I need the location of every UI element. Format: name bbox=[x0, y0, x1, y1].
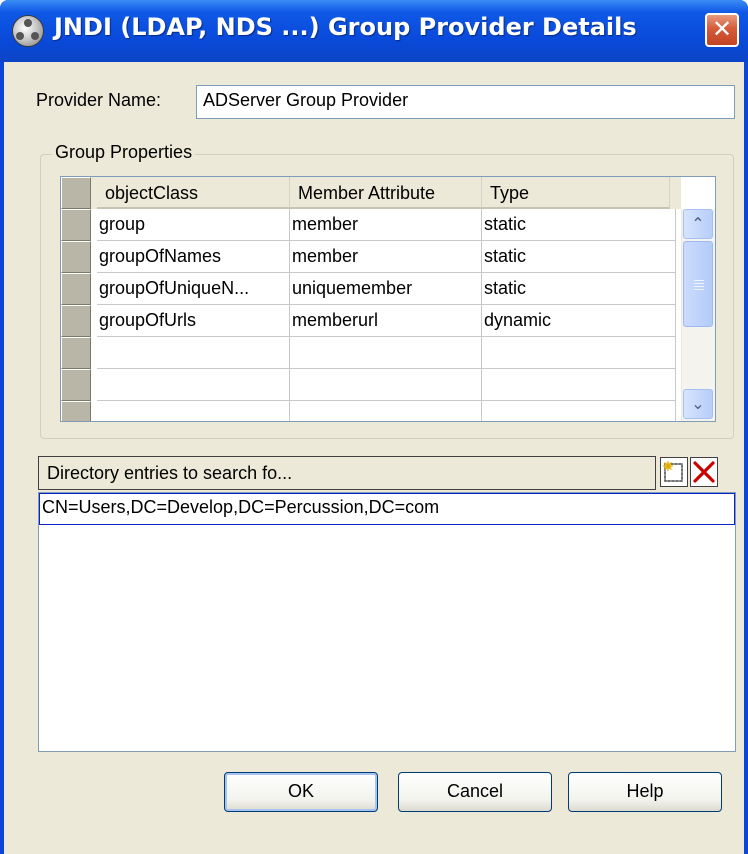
title-bar[interactable]: JNDI (LDAP, NDS ...) Group Provider Deta… bbox=[0, 0, 748, 62]
scroll-up-button[interactable]: ⌃ bbox=[683, 209, 713, 239]
dialog-client-area: Provider Name: ADServer Group Provider G… bbox=[4, 62, 744, 854]
table-cell[interactable]: memberurl bbox=[290, 305, 482, 337]
column-header-type[interactable]: Type bbox=[482, 177, 670, 209]
dialog-window: JNDI (LDAP, NDS ...) Group Provider Deta… bbox=[0, 0, 748, 854]
table-cell[interactable]: groupOfNames bbox=[97, 241, 290, 273]
table-cell[interactable]: member bbox=[290, 209, 482, 241]
chevron-up-icon: ⌃ bbox=[691, 214, 705, 233]
table-cell[interactable]: groupOfUrls bbox=[97, 305, 290, 337]
table-cell[interactable] bbox=[290, 337, 482, 369]
table-cell[interactable] bbox=[482, 401, 676, 421]
column-header-objectclass[interactable]: objectClass bbox=[97, 177, 290, 209]
row-header[interactable] bbox=[61, 369, 91, 401]
directory-entries-header: Directory entries to search fo... bbox=[38, 456, 656, 490]
table-cell[interactable] bbox=[290, 401, 482, 421]
table-cell[interactable]: static bbox=[482, 273, 676, 305]
delete-x-icon bbox=[693, 461, 715, 483]
scroll-down-button[interactable]: ⌄ bbox=[683, 389, 713, 419]
list-item[interactable]: CN=Users,DC=Develop,DC=Percussion,DC=com bbox=[39, 493, 735, 525]
table-cell[interactable]: dynamic bbox=[482, 305, 676, 337]
row-header-corner bbox=[61, 177, 91, 209]
row-header[interactable] bbox=[61, 241, 91, 273]
window-title: JNDI (LDAP, NDS ...) Group Provider Deta… bbox=[54, 13, 637, 41]
directory-entries-list[interactable]: CN=Users,DC=Develop,DC=Percussion,DC=com bbox=[38, 492, 736, 752]
scroll-thumb[interactable] bbox=[683, 241, 713, 327]
row-header[interactable] bbox=[61, 273, 91, 305]
table-header-row: objectClass Member Attribute Type bbox=[61, 177, 681, 209]
column-header-member-attribute[interactable]: Member Attribute bbox=[290, 177, 482, 209]
table-cell[interactable] bbox=[97, 369, 290, 401]
row-header[interactable] bbox=[61, 337, 91, 369]
group-properties-legend: Group Properties bbox=[52, 142, 196, 163]
add-entry-button[interactable] bbox=[660, 457, 688, 487]
table-cell[interactable]: group bbox=[97, 209, 290, 241]
table-cell[interactable] bbox=[482, 337, 676, 369]
row-header[interactable] bbox=[61, 209, 91, 241]
ok-button[interactable]: OK bbox=[224, 772, 378, 812]
table-cell[interactable]: static bbox=[482, 241, 676, 273]
new-entry-icon bbox=[663, 461, 683, 482]
table-cell[interactable] bbox=[97, 337, 290, 369]
table-vertical-scrollbar[interactable]: ⌃ ⌄ bbox=[681, 209, 715, 421]
table-cell[interactable] bbox=[290, 369, 482, 401]
help-button[interactable]: Help bbox=[568, 772, 722, 812]
row-header[interactable] bbox=[61, 305, 91, 337]
table-cell[interactable]: member bbox=[290, 241, 482, 273]
group-properties-table: objectClass Member Attribute Type group … bbox=[60, 176, 716, 422]
close-button[interactable]: ✕ bbox=[705, 13, 739, 47]
close-icon: ✕ bbox=[711, 15, 733, 43]
row-header[interactable] bbox=[61, 401, 91, 421]
chevron-down-icon: ⌄ bbox=[691, 394, 705, 413]
table-cell[interactable]: static bbox=[482, 209, 676, 241]
table-cell[interactable]: uniquemember bbox=[290, 273, 482, 305]
table-cell[interactable] bbox=[97, 401, 290, 421]
cancel-button[interactable]: Cancel bbox=[398, 772, 552, 812]
provider-app-icon bbox=[12, 15, 44, 47]
delete-entry-button[interactable] bbox=[690, 457, 718, 487]
table-cell[interactable]: groupOfUniqueN... bbox=[97, 273, 290, 305]
provider-name-label: Provider Name: bbox=[36, 90, 162, 110]
provider-name-input[interactable]: ADServer Group Provider bbox=[196, 85, 735, 119]
table-cell[interactable] bbox=[482, 369, 676, 401]
